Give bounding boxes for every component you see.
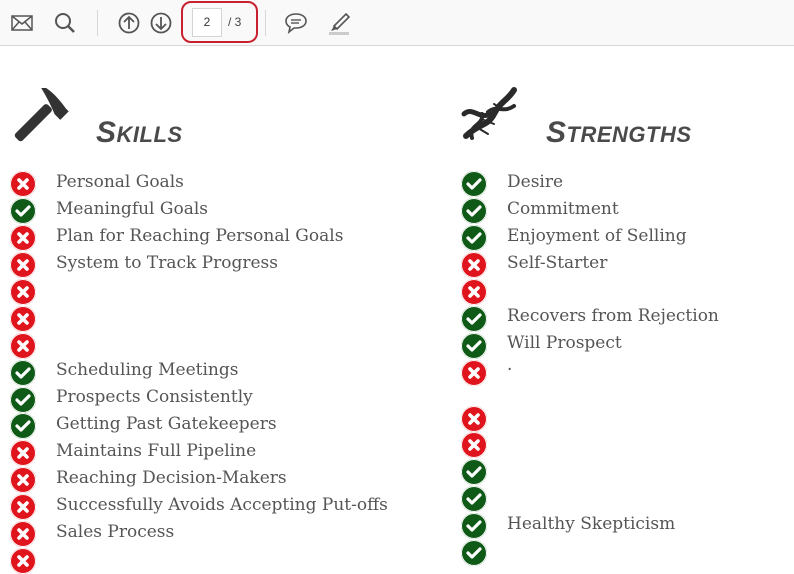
strengths-list-item	[461, 540, 487, 567]
highlighter-icon[interactable]	[327, 11, 351, 35]
x-circle-icon	[10, 494, 36, 521]
check-circle-icon	[461, 459, 487, 486]
skills-list-item	[10, 305, 36, 332]
strengths-list-item: ·	[461, 359, 512, 386]
item-label: Commitment	[507, 198, 619, 219]
skills-list-item: Getting Past Gatekeepers	[10, 413, 277, 440]
item-label: Healthy Skepticism	[507, 513, 676, 534]
skills-list-item	[10, 279, 36, 306]
page-number-input[interactable]: 2	[192, 8, 222, 37]
item-label: Enjoyment of Selling	[507, 225, 687, 246]
check-circle-icon	[461, 540, 487, 567]
check-circle-icon	[10, 198, 36, 225]
strengths-list-item: Recovers from Rejection	[461, 305, 719, 332]
skills-list-item: Reaching Decision-Makers	[10, 467, 287, 494]
skills-list-item: Sales Process	[10, 521, 174, 548]
strengths-list-item	[461, 405, 487, 432]
item-label: Self-Starter	[507, 252, 608, 273]
strengths-list-item: Self-Starter	[461, 252, 607, 279]
mail-icon[interactable]	[10, 11, 34, 35]
skills-list-item	[10, 332, 36, 359]
item-label: Desire	[507, 172, 564, 192]
item-label: Will Prospect	[507, 333, 622, 354]
x-circle-icon	[10, 225, 36, 252]
comment-icon[interactable]	[284, 11, 308, 35]
item-label: Personal Goals	[56, 172, 184, 192]
strengths-list-item: Commitment	[461, 198, 619, 225]
item-label: Scheduling Meetings	[56, 360, 239, 381]
item-label: Reaching Decision-Makers	[56, 467, 287, 488]
strengths-list-item: Desire	[461, 171, 563, 198]
strengths-list-item	[461, 486, 487, 513]
skills-list-item: System to Track Progress	[10, 252, 278, 279]
item-label: Plan for Reaching Personal Goals	[56, 225, 344, 246]
check-circle-icon	[461, 486, 487, 513]
x-circle-icon	[10, 467, 36, 494]
strengths-list-item: Healthy Skepticism	[461, 513, 675, 540]
check-circle-icon	[461, 332, 487, 359]
search-icon[interactable]	[53, 11, 77, 35]
x-circle-icon	[10, 547, 36, 574]
item-label: Maintains Full Pipeline	[56, 440, 257, 461]
skills-list-item: Prospects Consistently	[10, 386, 253, 413]
item-label: Getting Past Gatekeepers	[56, 414, 277, 435]
check-circle-icon	[10, 413, 36, 440]
toolbar: 2 / 3	[0, 0, 794, 46]
skills-list-item: Plan for Reaching Personal Goals	[10, 225, 343, 252]
item-label: Successfully Avoids Accepting Put-offs	[56, 494, 388, 515]
skills-heading: SKILLS	[96, 116, 183, 149]
x-circle-icon	[10, 305, 36, 332]
item-label: Prospects Consistently	[56, 387, 253, 408]
x-circle-icon	[10, 332, 36, 359]
skills-list-item: Meaningful Goals	[10, 198, 208, 225]
item-label: Sales Process	[56, 521, 175, 542]
item-label: System to Track Progress	[56, 252, 279, 273]
strengths-list-item: Will Prospect	[461, 332, 622, 359]
check-circle-icon	[461, 305, 487, 332]
strengths-list-item	[461, 279, 487, 306]
x-circle-icon	[461, 252, 487, 279]
skills-list: Personal Goals Meaningful Goals Plan for R…	[10, 171, 388, 574]
check-circle-icon	[10, 386, 36, 413]
x-circle-icon	[10, 440, 36, 467]
x-circle-icon	[461, 279, 487, 305]
arrow-up-circle-icon[interactable]	[117, 11, 141, 35]
strengths-list-item: Enjoyment of Selling	[461, 225, 687, 252]
strengths-list-item	[461, 459, 487, 486]
skills-list-item: Maintains Full Pipeline	[10, 440, 256, 467]
x-circle-icon	[461, 405, 487, 432]
strengths-heading: STRENGTHS	[546, 116, 692, 149]
divider	[97, 10, 98, 36]
item-label: Recovers from Rejection	[507, 306, 719, 327]
divider	[265, 10, 266, 36]
x-circle-icon	[10, 279, 36, 305]
skills-list-item: Successfully Avoids Accepting Put-offs	[10, 494, 388, 521]
item-label: ·	[507, 360, 513, 381]
dna-icon	[458, 84, 520, 148]
strengths-list: Desire Commitment Enjoyment of Selling Self…	[461, 171, 719, 567]
item-label: Meaningful Goals	[56, 198, 209, 219]
check-circle-icon	[461, 171, 487, 198]
arrow-down-circle-icon[interactable]	[149, 11, 173, 35]
check-circle-icon	[461, 198, 487, 225]
x-circle-icon	[10, 252, 36, 279]
x-circle-icon	[10, 171, 36, 198]
strengths-list-item	[461, 432, 487, 459]
skills-list-item: Personal Goals	[10, 171, 184, 198]
skills-list-item	[10, 547, 36, 574]
skills-list-item: Scheduling Meetings	[10, 359, 238, 386]
check-circle-icon	[461, 513, 487, 540]
check-circle-icon	[10, 359, 36, 386]
hammer-icon	[8, 84, 70, 150]
x-circle-icon	[461, 432, 487, 459]
x-circle-icon	[10, 521, 36, 548]
check-circle-icon	[461, 225, 487, 252]
x-circle-icon	[461, 359, 487, 386]
page-total: / 3	[228, 15, 242, 29]
